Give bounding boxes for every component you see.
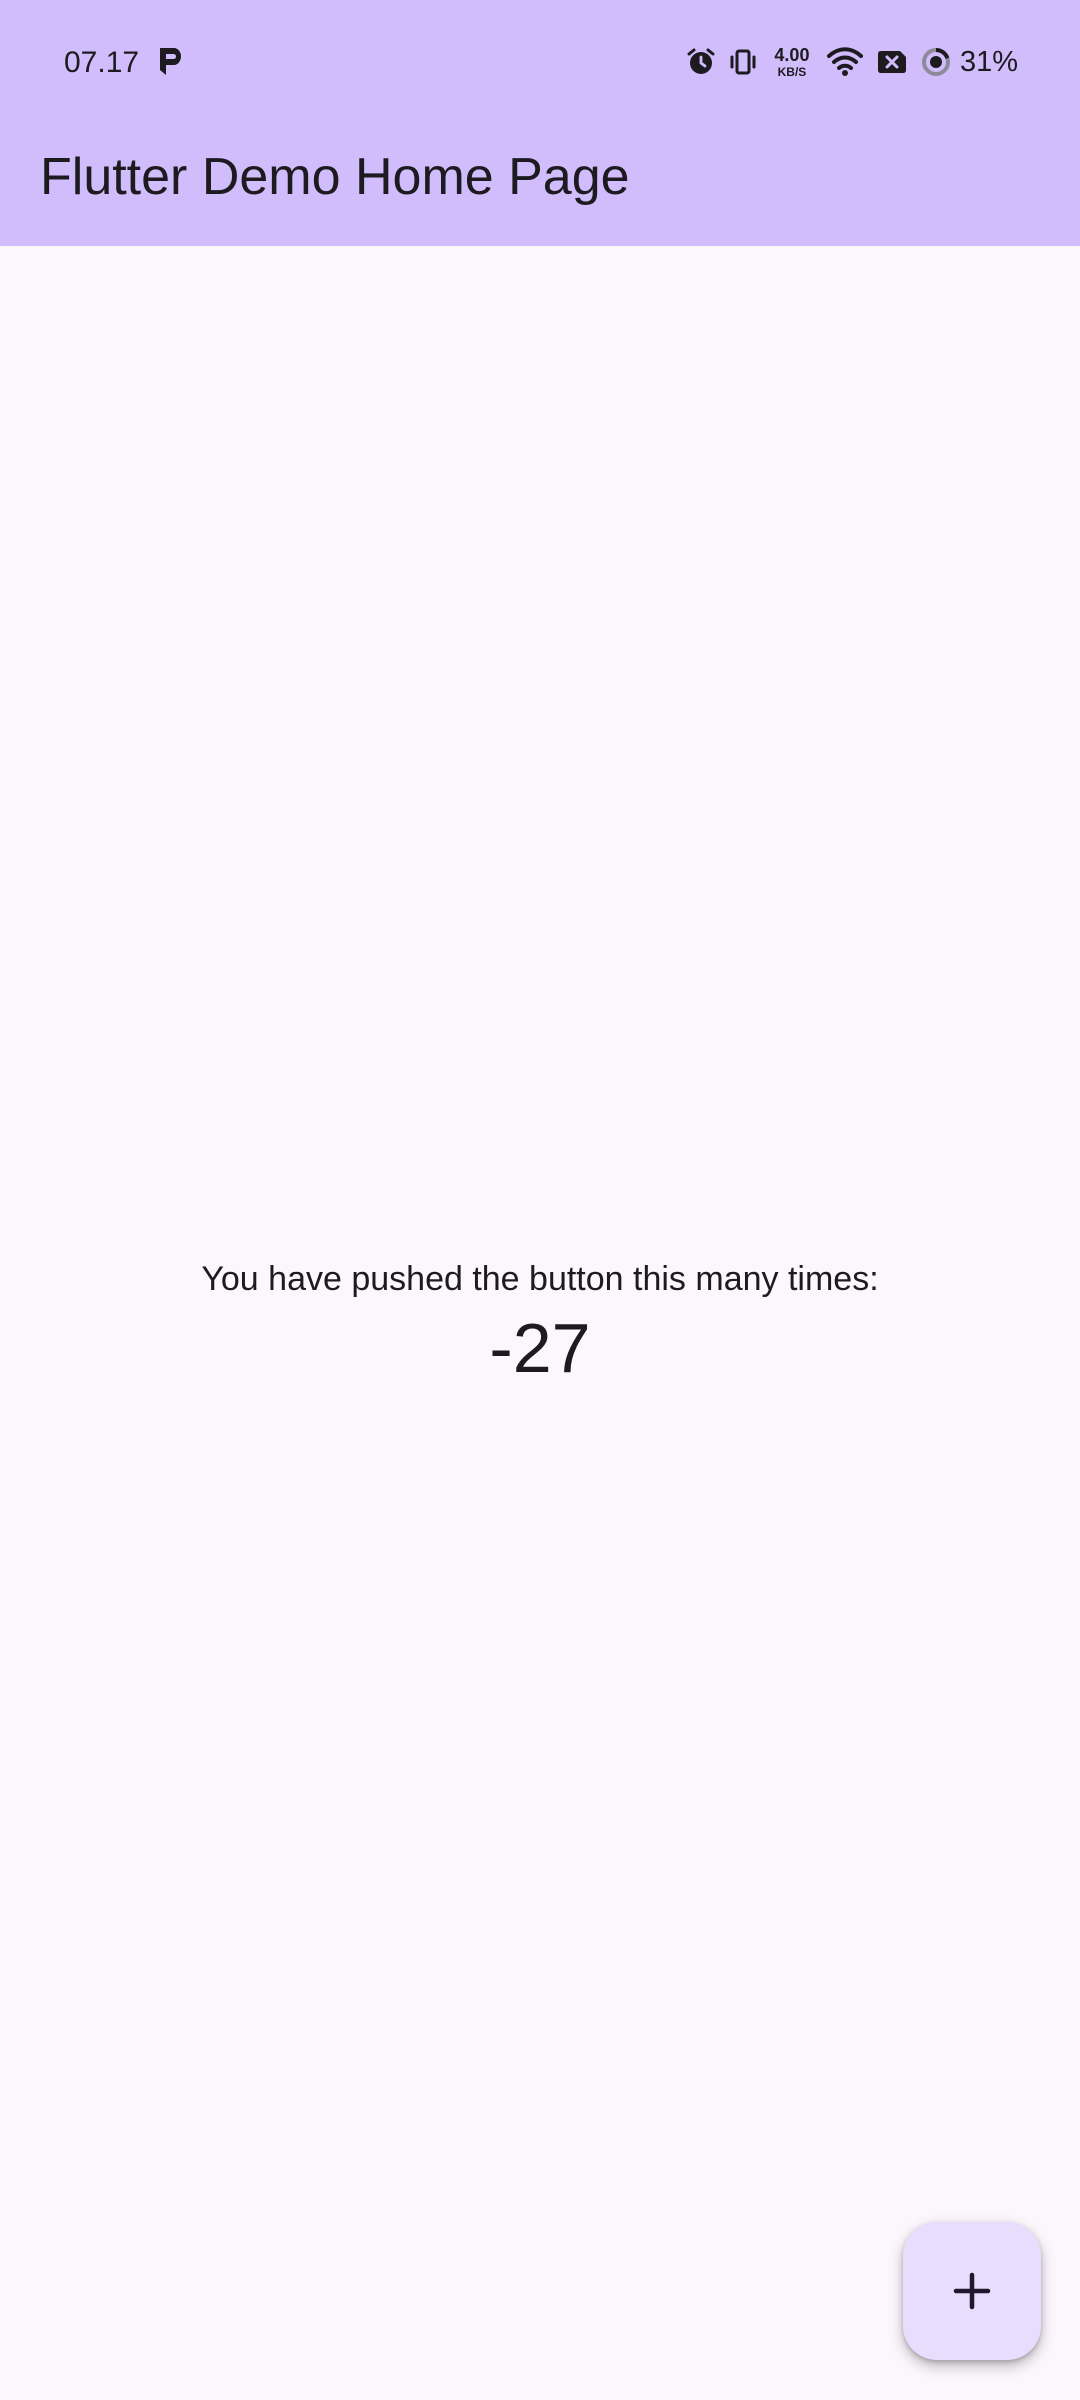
network-speed-indicator: 4.00 KB/S <box>770 46 814 78</box>
battery-percentage: 31% <box>959 46 1018 78</box>
increment-button[interactable] <box>903 2222 1041 2360</box>
network-speed-unit: KB/S <box>777 65 807 79</box>
sim-x-icon <box>876 48 908 76</box>
counter-label: You have pushed the button this many tim… <box>201 1260 879 1298</box>
network-speed-value: 4.00 <box>774 45 810 65</box>
vibrate-icon <box>728 47 758 77</box>
page-title: Flutter Demo Home Page <box>40 148 630 206</box>
status-time: 07.17 <box>64 46 140 79</box>
alarm-icon <box>686 47 716 77</box>
plus-icon <box>953 2272 991 2310</box>
status-icons: 4.00 KB/S 31% <box>686 40 1018 84</box>
counter-value: -27 <box>489 1309 591 1387</box>
wifi-icon <box>826 47 864 77</box>
status-bar: 07.17 4.00 KB/S 31% <box>0 0 1080 124</box>
battery-ring-icon <box>920 46 952 78</box>
app-header: 07.17 4.00 KB/S 31% Flutter Demo Home Pa… <box>0 0 1080 246</box>
p-notification-icon <box>160 48 181 75</box>
